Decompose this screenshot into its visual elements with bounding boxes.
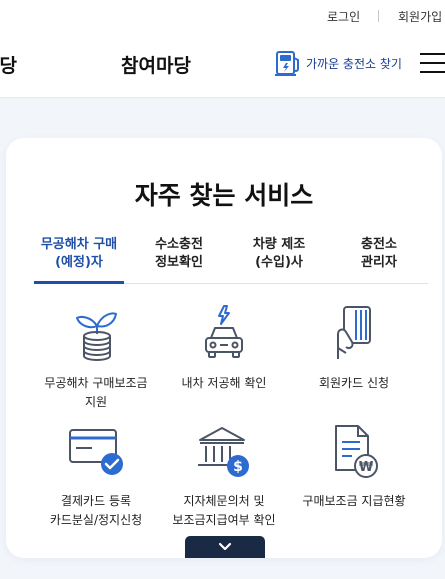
tab-station-manager[interactable]: 충전소 관리자 (334, 236, 424, 272)
bank-coin-icon: $ (198, 427, 249, 477)
svg-text:$: $ (233, 459, 243, 475)
service-label: 구매보조금 지급현황 (302, 494, 406, 508)
login-link[interactable]: 로그인 (327, 8, 360, 25)
service-label: 회원카드 신청 (318, 376, 390, 390)
frequent-services-card: 자주 찾는 서비스 무공해차 구매 (예정)자 수소충전 정보확인 차량 제조 … (6, 138, 442, 558)
service-local-gov-contact[interactable]: $ 지자체문의처 및 보조금지급여부 확인 (158, 422, 290, 530)
audience-tabs: 무공해차 구매 (예정)자 수소충전 정보확인 차량 제조 (수입)사 충전소 … (34, 236, 428, 284)
service-payment-card[interactable]: 결제카드 등록 카드분실/정지신청 (30, 422, 162, 530)
service-subsidy-support[interactable]: 무공해차 구매보조금 지원 (30, 304, 162, 412)
tab-zev-buyer[interactable]: 무공해차 구매 (예정)자 (34, 236, 124, 272)
section-title: 자주 찾는 서비스 (134, 181, 314, 210)
coin-stack-plant-icon (75, 312, 118, 361)
expand-more-button[interactable] (185, 536, 265, 558)
service-low-emission-check[interactable]: 내차 저공해 확인 (158, 304, 290, 393)
svg-text:₩: ₩ (359, 460, 374, 475)
active-tab-indicator (34, 281, 124, 284)
service-label: 결제카드 등록 카드분실/정지신청 (49, 494, 143, 527)
electric-car-icon (205, 305, 243, 358)
service-subsidy-status[interactable]: ₩ 구매보조금 지급현황 (288, 422, 420, 511)
service-label: 지자체문의처 및 보조금지급여부 확인 (172, 494, 276, 527)
document-won-icon: ₩ (335, 425, 378, 478)
service-label: 무공해차 구매보조금 지원 (44, 376, 148, 409)
signup-link[interactable]: 회원가입 (398, 8, 442, 25)
charging-station-icon (275, 51, 299, 76)
menu-hamburger-icon[interactable] (420, 53, 445, 73)
charger-search-label: 가까운 충전소 찾기 (306, 56, 402, 71)
tab-hydrogen-info[interactable]: 수소충전 정보확인 (134, 236, 224, 272)
charger-search-link[interactable]: 가까운 충전소 찾기 (274, 49, 402, 77)
util-divider (378, 10, 379, 22)
utility-bar: 로그인 회원가입 (0, 0, 445, 32)
global-nav: 마당 참여마당 가까운 충전소 찾기 (0, 32, 445, 98)
service-label: 내차 저공해 확인 (181, 376, 267, 390)
nav-menu-participation[interactable]: 참여마당 (121, 51, 191, 78)
nav-menu-partial[interactable]: 마당 (0, 51, 17, 78)
chevron-down-icon (218, 542, 232, 551)
service-member-card[interactable]: 회원카드 신청 (288, 304, 420, 393)
card-check-icon (69, 429, 123, 475)
hand-card-icon (337, 306, 371, 359)
tab-manufacturer[interactable]: 차량 제조 (수입)사 (234, 236, 324, 272)
